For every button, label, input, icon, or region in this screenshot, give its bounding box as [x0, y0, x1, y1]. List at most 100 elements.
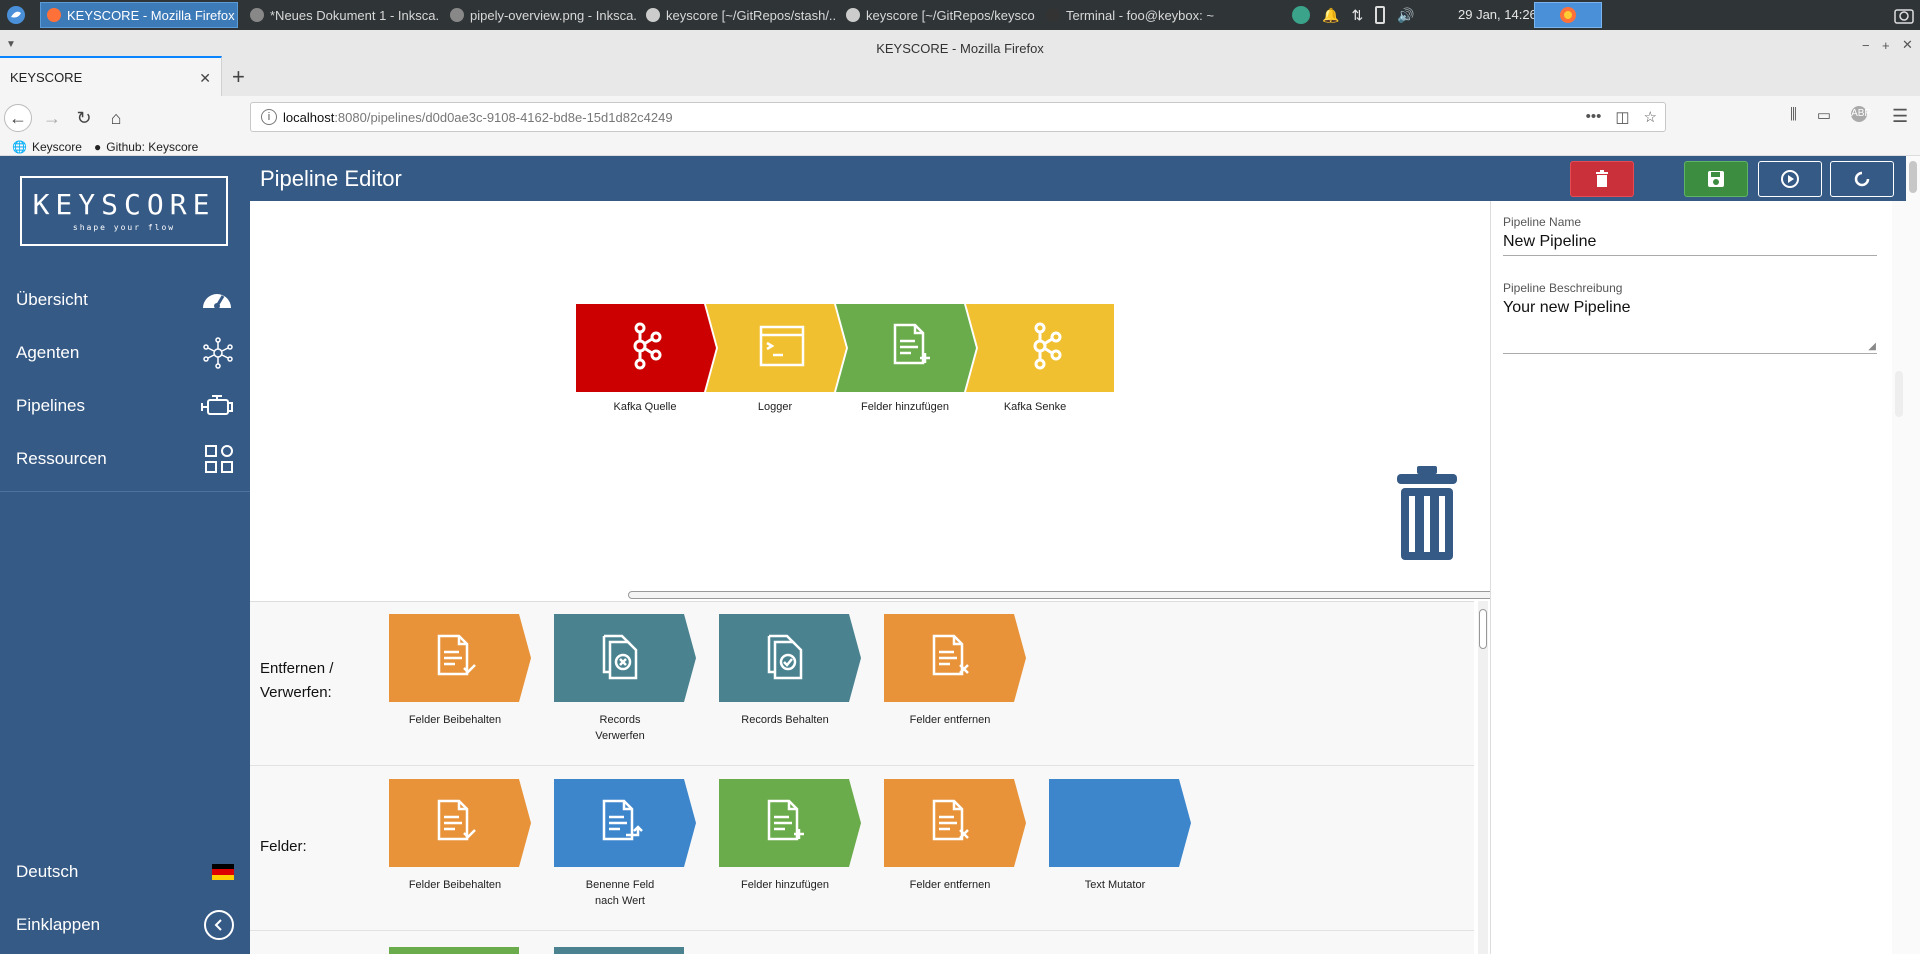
- browser-tab[interactable]: KEYSCORE ✕: [0, 56, 222, 96]
- pipeline-block-0[interactable]: [576, 304, 716, 392]
- floppy-disk-icon: [1708, 171, 1724, 187]
- run-pipeline-button[interactable]: [1758, 161, 1822, 197]
- page-scrollbar[interactable]: [1906, 156, 1920, 954]
- bookmark-keyscore[interactable]: 🌐 Keyscore: [12, 140, 82, 154]
- category-title-line: Verwerfen:: [260, 684, 332, 701]
- palette-tile[interactable]: [389, 779, 531, 867]
- collapse-sidebar-button[interactable]: Einklappen: [0, 899, 250, 951]
- sidebar-toggle-icon[interactable]: ▭: [1817, 106, 1831, 124]
- pipeline-block-label: Kafka Senke: [1003, 401, 1067, 413]
- taskbar-window-1[interactable]: *Neues Dokument 1 - Inksca...: [244, 2, 440, 28]
- tile-label-line: Felder Beibehalten: [408, 714, 502, 726]
- retain-fields-icon: [433, 799, 479, 850]
- drop-trash-icon[interactable]: [1395, 466, 1459, 567]
- github-icon: ●: [94, 140, 102, 154]
- library-icon[interactable]: ⫼: [1790, 106, 1797, 124]
- taskbar-window-4[interactable]: keyscore [~/GitRepos/keysco...: [840, 2, 1036, 28]
- battery-icon[interactable]: [1375, 6, 1386, 24]
- close-window-icon[interactable]: ✕: [1902, 37, 1913, 53]
- pipeline-description-textarea[interactable]: Your new Pipeline: [1503, 299, 1877, 349]
- keyscore-logo[interactable]: KEYSCORE shape your flow: [20, 176, 228, 246]
- minimize-icon[interactable]: −: [1862, 38, 1870, 53]
- taskbar-window-0[interactable]: KEYSCORE - Mozilla Firefox: [40, 2, 238, 28]
- sidebar-item-pipelines[interactable]: Pipelines: [0, 380, 250, 432]
- forward-icon[interactable]: →: [38, 104, 66, 132]
- pipeline-canvas[interactable]: Kafka Quelle Logger Felder hinzufügen Kafka…: [250, 201, 1612, 601]
- scrollbar-thumb[interactable]: [1909, 161, 1917, 193]
- pipeline-name-input[interactable]: New Pipeline: [1503, 233, 1877, 251]
- app-icon: [846, 8, 860, 22]
- canvas-horizontal-scrollbar[interactable]: [628, 591, 1612, 599]
- page-actions-icon[interactable]: •••: [1586, 108, 1602, 126]
- sidebar-item-ressourcen[interactable]: Ressourcen: [0, 433, 250, 485]
- textarea-resize-icon[interactable]: ◢: [1868, 341, 1876, 352]
- retain-records-icon: [763, 634, 809, 685]
- taskbar-clock[interactable]: 29 Jan, 14:26: [1458, 7, 1537, 22]
- engine-icon: [201, 395, 233, 415]
- palette-vertical-scrollbar[interactable]: [1478, 601, 1488, 954]
- tile-label-line: Benenne Feld: [585, 879, 655, 891]
- delete-pipeline-button[interactable]: [1570, 161, 1634, 197]
- bookmark-star-icon[interactable]: ☆: [1644, 108, 1657, 126]
- bookmark-github[interactable]: ● Github: Keyscore: [94, 140, 198, 154]
- palette-tile[interactable]: [554, 779, 696, 867]
- palette-tile[interactable]: [554, 614, 696, 702]
- url-bar[interactable]: i localhost:8080/pipelines/d0d0ae3c-9108…: [250, 102, 1666, 132]
- taskbar-window-5[interactable]: Terminal - foo@keybox: ~: [1040, 2, 1240, 28]
- properties-scrollbar[interactable]: [1892, 201, 1906, 954]
- kafka-icon: [1026, 322, 1066, 375]
- home-icon[interactable]: ⌂: [102, 104, 130, 132]
- refresh-pipeline-button[interactable]: [1830, 161, 1894, 197]
- palette-tile-peek[interactable]: [389, 947, 519, 954]
- sidebar-item-label: Agenten: [16, 343, 80, 362]
- site-info-icon[interactable]: i: [261, 109, 277, 125]
- tile-label-line: Text Mutator: [1084, 879, 1146, 891]
- tile-label-line: Records: [599, 714, 641, 726]
- scrollbar-thumb[interactable]: [1479, 609, 1487, 649]
- discard-records-icon: [598, 634, 644, 685]
- start-menu-icon[interactable]: [4, 4, 28, 26]
- palette-tile-label: Felder entfernen: [880, 712, 1020, 728]
- palette-tile[interactable]: [1049, 779, 1191, 867]
- category-title: Felder:: [260, 835, 307, 859]
- pocket-icon[interactable]: ◫: [1615, 108, 1629, 126]
- refresh-icon: [1854, 171, 1870, 187]
- tile-label-line: Verwerfen: [595, 730, 645, 742]
- taskbar-window-label: KEYSCORE - Mozilla Firefox: [67, 7, 235, 23]
- palette-tile[interactable]: [389, 614, 531, 702]
- palette-tile[interactable]: [884, 614, 1026, 702]
- sidebar-item-uebersicht[interactable]: Übersicht: [0, 274, 250, 326]
- kafka-icon: [626, 322, 666, 375]
- palette-tile[interactable]: [719, 614, 861, 702]
- network-transfer-icon[interactable]: ⇅: [1351, 7, 1363, 24]
- adblock-icon[interactable]: ABP: [1851, 106, 1871, 122]
- close-tab-icon[interactable]: ✕: [199, 70, 211, 87]
- taskbar-window-label: Terminal - foo@keybox: ~: [1066, 7, 1214, 23]
- new-tab-icon[interactable]: +: [232, 64, 245, 90]
- tile-label-line: Felder entfernen: [909, 714, 991, 726]
- save-pipeline-button[interactable]: [1684, 161, 1748, 197]
- taskbar-window-2[interactable]: pipely-overview.png - Inksca...: [444, 2, 636, 28]
- pipeline-block-2[interactable]: [836, 304, 976, 392]
- volume-icon[interactable]: 🔊: [1397, 7, 1414, 24]
- palette-tile-label: Felder entfernen: [880, 877, 1020, 893]
- maximize-icon[interactable]: +: [1882, 38, 1890, 53]
- palette-tile[interactable]: [884, 779, 1026, 867]
- screenshot-icon[interactable]: [1894, 6, 1914, 27]
- palette-tile-peek[interactable]: [554, 947, 684, 954]
- hamburger-menu-icon[interactable]: ☰: [1892, 106, 1908, 127]
- back-icon[interactable]: ←: [4, 104, 32, 132]
- pipeline-block-1[interactable]: [706, 304, 846, 392]
- palette-tile[interactable]: [719, 779, 861, 867]
- language-selector[interactable]: Deutsch: [0, 846, 250, 898]
- notification-bell-icon[interactable]: 🔔: [1322, 7, 1339, 24]
- pipeline-block-3[interactable]: [966, 304, 1114, 392]
- firefox-launcher-icon[interactable]: [1534, 2, 1602, 28]
- reload-icon[interactable]: ↻: [70, 104, 98, 132]
- taskbar-window-3[interactable]: keyscore [~/GitRepos/stash/...: [640, 2, 836, 28]
- scrollbar-thumb[interactable]: [1895, 371, 1903, 417]
- tile-label-line: nach Wert: [595, 895, 645, 907]
- sidebar-item-agenten[interactable]: Agenten: [0, 327, 250, 379]
- network-manager-icon[interactable]: [1292, 6, 1310, 24]
- pipeline-block-label: Logger: [757, 401, 793, 413]
